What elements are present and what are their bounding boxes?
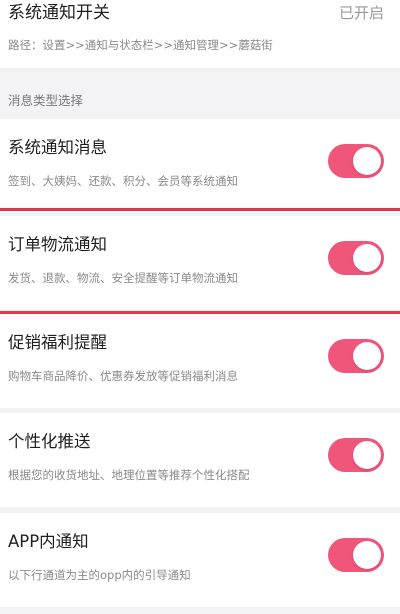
toggle-in-app-notification[interactable] [328,538,384,572]
toggle-system-notification[interactable] [328,144,384,178]
toggle-promotion[interactable] [328,339,384,373]
toggle-knob [353,244,381,272]
setting-desc: 以下行通道为主的opp内的引导通知 [8,568,191,582]
setting-desc: 签到、大姨妈、还款、积分、会员等系统通知 [8,174,238,188]
toggle-personalized-push[interactable] [328,438,384,472]
notification-settings-screen: 系统通知开关 已开启 路径：设置>>通知与状态栏>>通知管理>>蘑菇街 消息类型… [0,0,400,614]
toggle-knob [353,342,381,370]
setting-desc: 根据您的收货地址、地理位置等推荐个性化搭配 [8,468,250,482]
setting-title: 促销福利提醒 [8,333,107,352]
setting-title: 个性化推送 [8,432,91,451]
setting-desc: 发货、退款、物流、安全提醒等订单物流通知 [8,271,238,285]
setting-promotion: 促销福利提醒 购物车商品降价、优惠券发放等促销福利消息 [0,314,400,408]
toggle-knob [353,541,381,569]
toggle-knob [353,147,381,175]
system-notification-header[interactable]: 系统通知开关 已开启 路径：设置>>通知与状态栏>>通知管理>>蘑菇街 [0,0,400,68]
highlight-line-top [0,208,400,211]
header-title: 系统通知开关 [8,3,110,23]
setting-title: APP内通知 [8,532,89,551]
setting-personalized-push: 个性化推送 根据您的收货地址、地理位置等推荐个性化搭配 [0,413,400,507]
section-label: 消息类型选择 [8,93,84,108]
settings-path: 路径：设置>>通知与状态栏>>通知管理>>蘑菇街 [8,38,273,52]
setting-desc: 购物车商品降价、优惠券发放等促销福利消息 [8,369,238,383]
setting-order-logistics: 订单物流通知 发货、退款、物流、安全提醒等订单物流通知 [0,216,400,310]
toggle-knob [353,441,381,469]
setting-title: 系统通知消息 [8,138,107,157]
toggle-order-logistics[interactable] [328,241,384,275]
header-status: 已开启 [338,4,384,22]
setting-in-app-notification: APP内通知 以下行通道为主的opp内的引导通知 [0,513,400,607]
setting-system-notification: 系统通知消息 签到、大姨妈、还款、积分、会员等系统通知 [0,119,400,213]
setting-title: 订单物流通知 [8,235,107,254]
